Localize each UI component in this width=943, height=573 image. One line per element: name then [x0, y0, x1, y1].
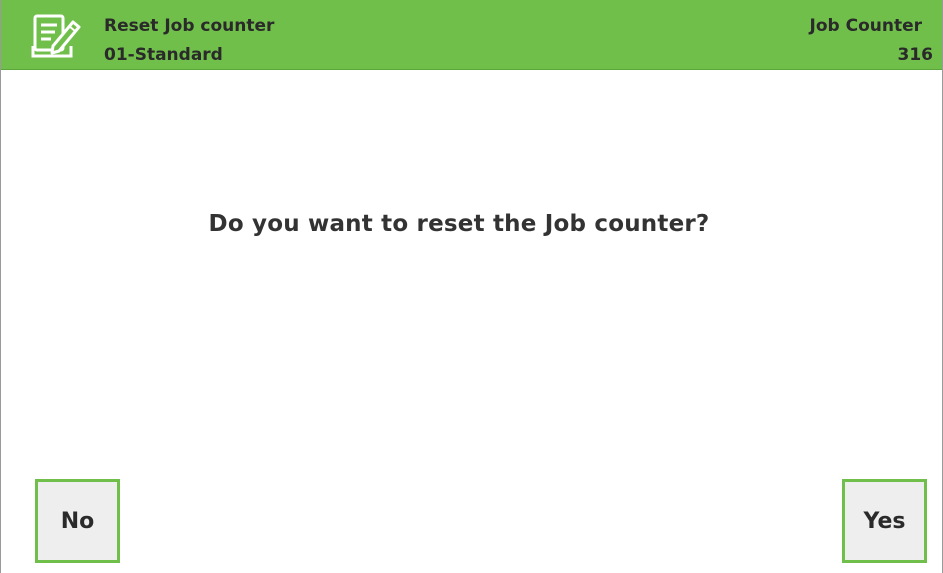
- edit-document-icon: [31, 12, 81, 60]
- screen-title: Reset Job counter: [104, 16, 275, 36]
- job-counter-value: 316: [897, 45, 934, 65]
- job-counter-label: Job Counter: [809, 16, 923, 36]
- header-bar: Reset Job counter 01-Standard Job Counte…: [1, 0, 942, 70]
- confirmation-question: Do you want to reset the Job counter?: [208, 211, 710, 237]
- job-name: 01-Standard: [104, 45, 223, 65]
- reset-job-counter-screen: Reset Job counter 01-Standard Job Counte…: [0, 0, 943, 573]
- no-button[interactable]: No: [35, 479, 120, 563]
- yes-button[interactable]: Yes: [842, 479, 927, 563]
